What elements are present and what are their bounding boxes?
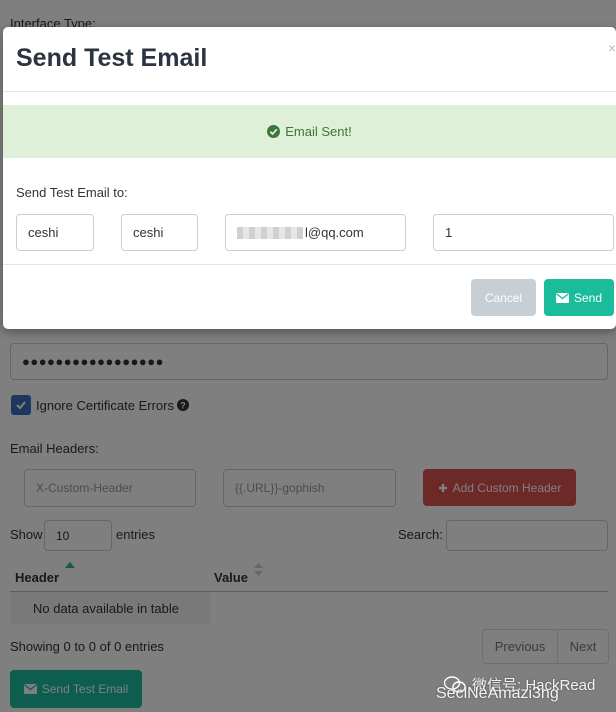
watermark-line-2: SeclNeAmazi3ng xyxy=(436,685,559,702)
send-test-email-modal: Send Test Email × Email Sent! Send Test … xyxy=(3,27,616,329)
email-input[interactable]: l@qq.com xyxy=(225,214,406,251)
first-name-input[interactable]: ceshi xyxy=(16,214,94,251)
check-circle-icon xyxy=(267,125,281,138)
send-to-label: Send Test Email to: xyxy=(16,185,128,200)
position-input[interactable]: 1 xyxy=(433,214,614,251)
last-name-input[interactable]: ceshi xyxy=(121,214,198,251)
redacted-email-block xyxy=(237,226,303,239)
modal-header-divider xyxy=(3,91,616,92)
close-icon[interactable]: × xyxy=(608,40,616,56)
send-button-label: Send xyxy=(573,290,603,305)
success-alert: Email Sent! xyxy=(3,105,616,158)
envelope-icon xyxy=(555,292,569,303)
success-alert-text: Email Sent! xyxy=(285,124,352,139)
modal-title: Send Test Email xyxy=(16,44,208,72)
cancel-button[interactable]: Cancel xyxy=(471,279,536,316)
modal-footer-divider xyxy=(3,264,616,265)
email-input-visible-text: l@qq.com xyxy=(305,225,364,240)
send-button[interactable]: Send xyxy=(544,279,614,316)
